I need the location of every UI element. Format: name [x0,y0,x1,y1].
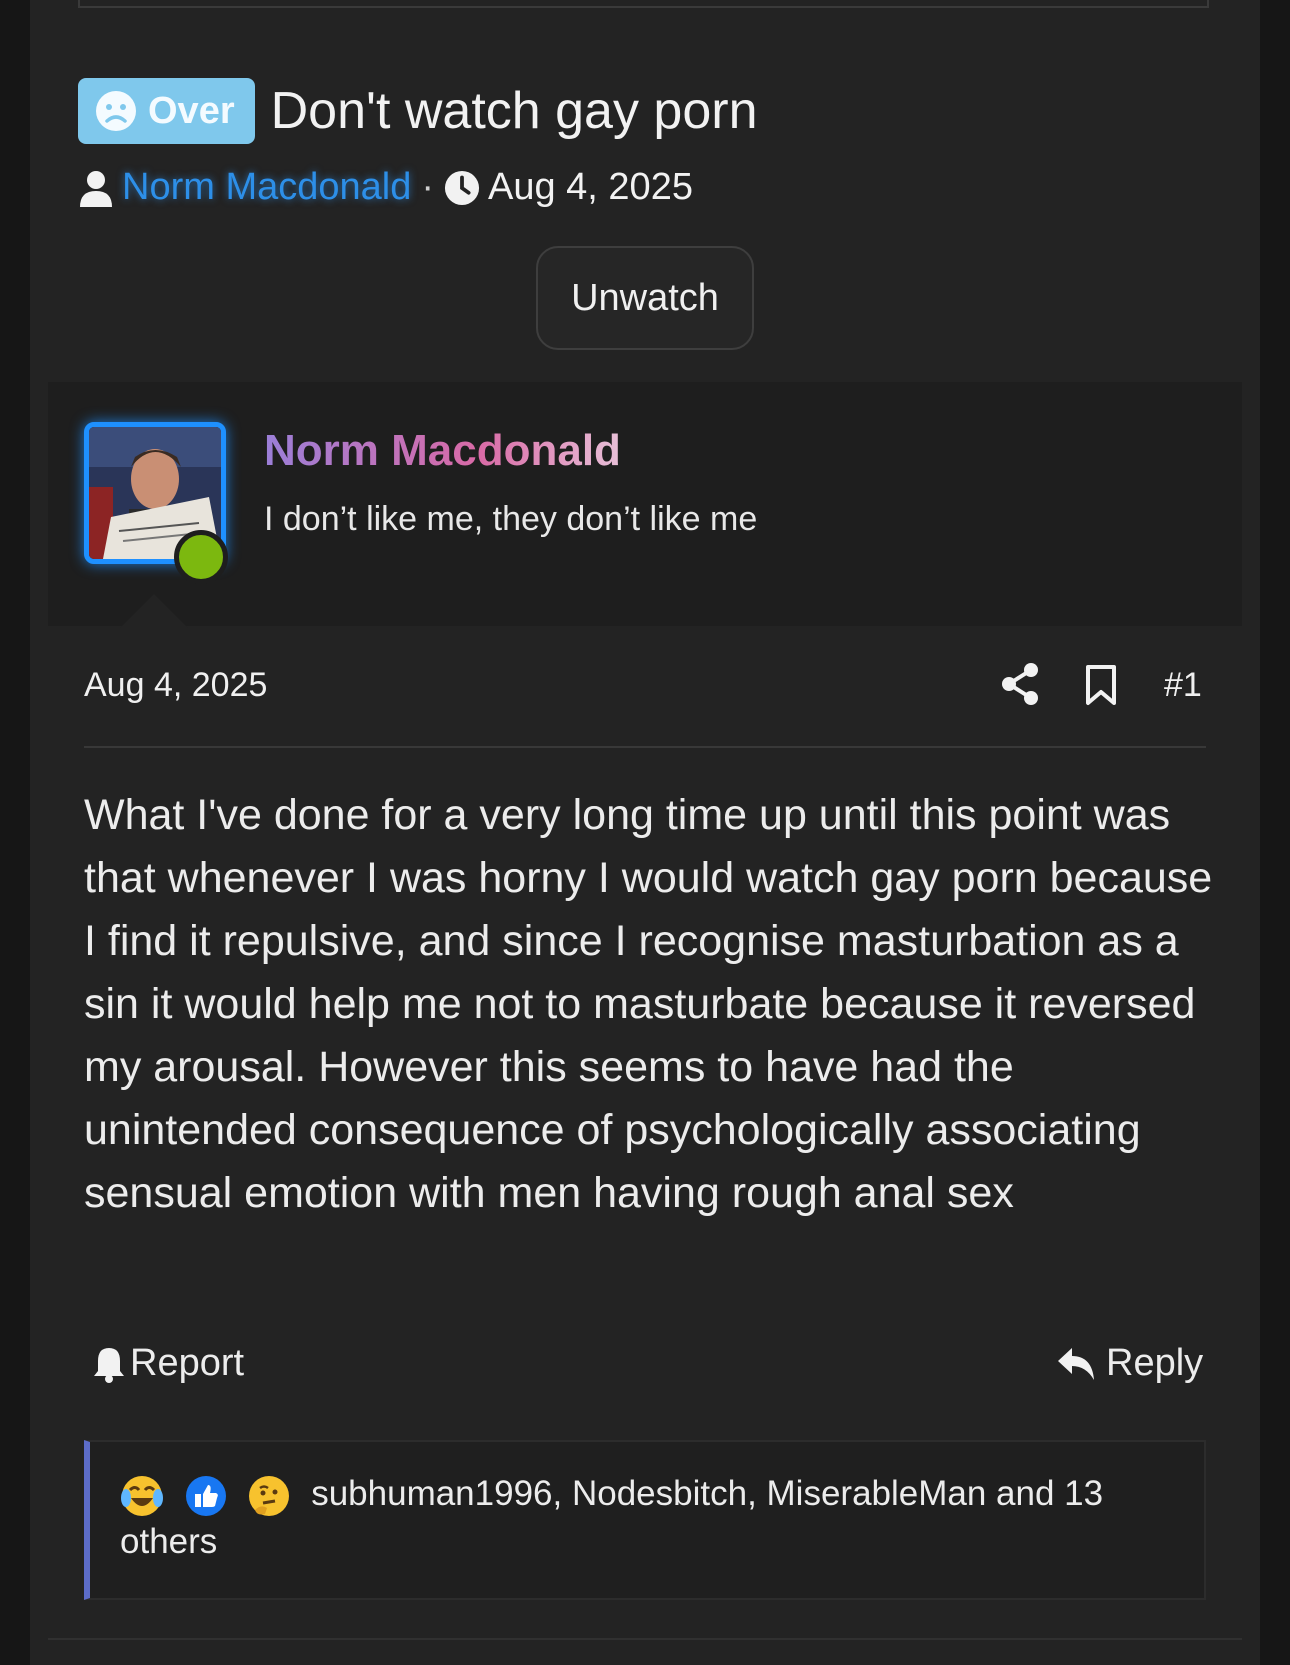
report-button[interactable]: Report [92,1342,244,1385]
user-card-arrow [120,594,188,628]
bell-icon [94,1347,124,1383]
thread-prefix-label: Over [148,89,235,132]
sad-face-icon [96,91,136,131]
reply-button[interactable]: Reply [1056,1342,1203,1385]
reply-label: Reply [1106,1342,1204,1384]
share-icon[interactable] [1000,662,1040,706]
thinking-icon [249,1475,290,1516]
report-label: Report [130,1342,245,1384]
post-number-link[interactable]: #1 [1164,666,1202,705]
meta-separator: · [421,166,434,208]
like-icon [185,1475,226,1516]
post-header-divider [84,746,1206,748]
bookmark-icon[interactable] [1084,664,1118,706]
thread-title-row: Over Don't watch gay porn [78,78,758,144]
unwatch-button[interactable]: Unwatch [536,246,754,350]
post-date[interactable]: Aug 4, 2025 [84,666,267,705]
online-status-indicator [174,530,228,584]
thread-title: Don't watch gay porn [270,82,758,140]
thread-date[interactable]: Aug 4, 2025 [488,166,693,209]
reactions-bar[interactable]: subhuman1996, Nodesbitch, MiserableMan a… [84,1440,1206,1600]
post-body: What I've done for a very long time up u… [84,791,1213,1217]
post-author-tagline: I don’t like me, they don’t like me [264,500,758,538]
user-icon [80,170,112,207]
reply-icon [1058,1347,1094,1380]
clock-icon [444,170,480,205]
post-bottom-divider [48,1638,1242,1640]
post-author-name[interactable]: Norm Macdonald [264,426,621,476]
previous-block-border [78,0,1209,8]
thread-meta: Norm Macdonald · Aug 4, 2025 [78,166,693,209]
thread-prefix-badge[interactable]: Over [78,78,255,144]
thread-author-link[interactable]: Norm Macdonald [122,166,411,209]
laughing-crying-icon [121,1475,163,1516]
